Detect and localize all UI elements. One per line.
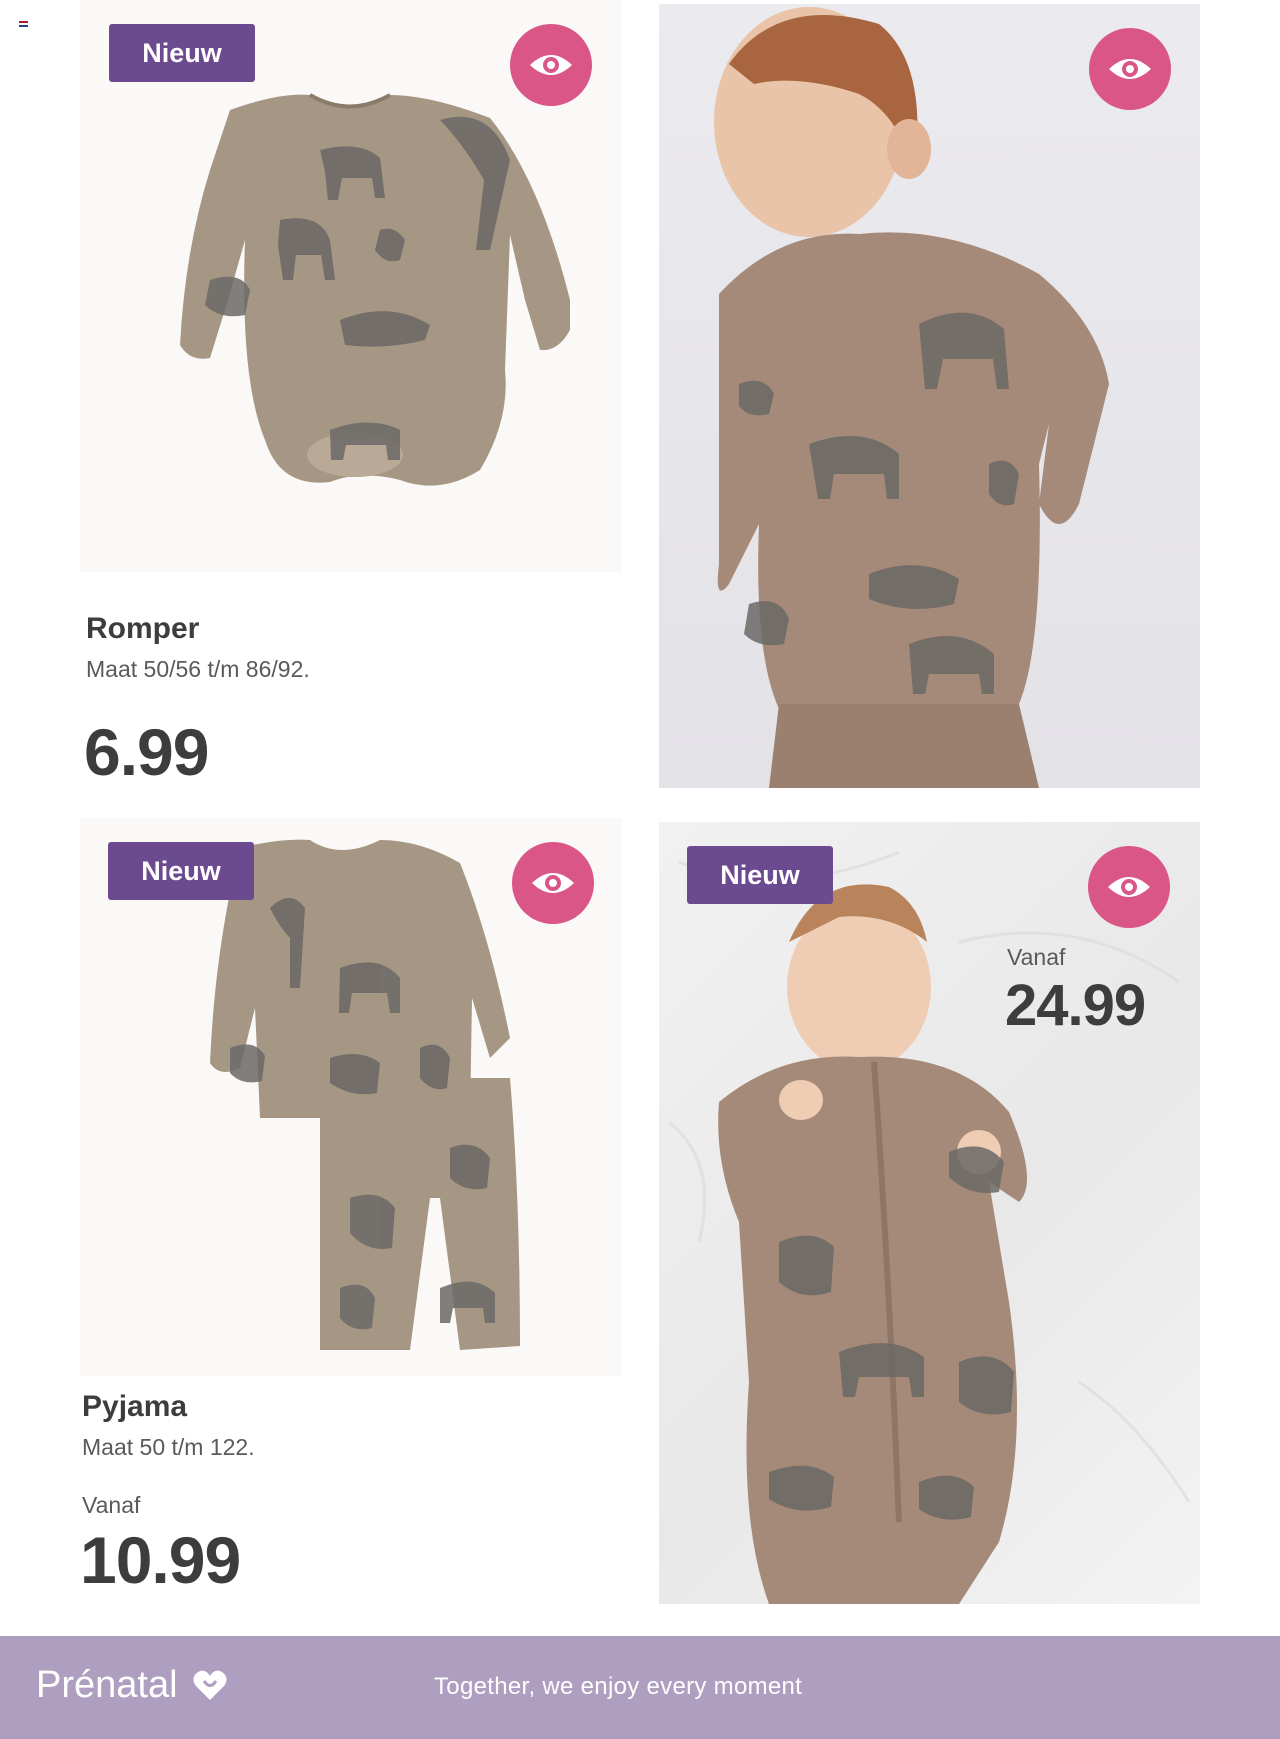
new-badge: Nieuw	[687, 846, 833, 904]
romper-product-image[interactable]: Nieuw	[80, 0, 622, 572]
new-badge: Nieuw	[108, 842, 254, 900]
product-sizes: Maat 50 t/m 122.	[82, 1434, 255, 1460]
eye-button[interactable]	[510, 24, 592, 106]
pyjama-product-image[interactable]: Nieuw	[80, 818, 622, 1376]
toddler-photo[interactable]	[659, 4, 1200, 788]
product-title: Romper	[86, 612, 200, 645]
product-price: 10.99	[80, 1523, 241, 1597]
price-prefix: Vanaf	[1007, 944, 1066, 970]
product-price: 24.99	[1005, 973, 1146, 1038]
heart-logo-icon	[193, 1670, 227, 1700]
eye-icon	[532, 873, 574, 893]
eye-button[interactable]	[1089, 28, 1171, 110]
baby-photo[interactable]: Nieuw Vanaf 24.99	[659, 822, 1200, 1604]
eye-icon	[530, 55, 572, 75]
new-badge: Nieuw	[109, 24, 255, 82]
eye-icon	[1108, 877, 1150, 897]
baby-illustration	[668, 850, 1191, 1604]
price-prefix: Vanaf	[82, 1492, 141, 1518]
flag-icon	[19, 21, 28, 27]
eye-button[interactable]	[512, 842, 594, 924]
product-sizes: Maat 50/56 t/m 86/92.	[86, 656, 310, 682]
toddler-illustration	[714, 7, 1109, 788]
product-price: 6.99	[84, 715, 209, 789]
tagline: Together, we enjoy every moment	[434, 1673, 803, 1700]
brand-logo-text[interactable]: Prénatal	[36, 1664, 178, 1707]
eye-icon	[1109, 59, 1151, 79]
product-title: Pyjama	[82, 1390, 188, 1423]
footer-bar: Prénatal Together, we enjoy every moment	[0, 1636, 1280, 1739]
eye-button[interactable]	[1088, 846, 1170, 928]
